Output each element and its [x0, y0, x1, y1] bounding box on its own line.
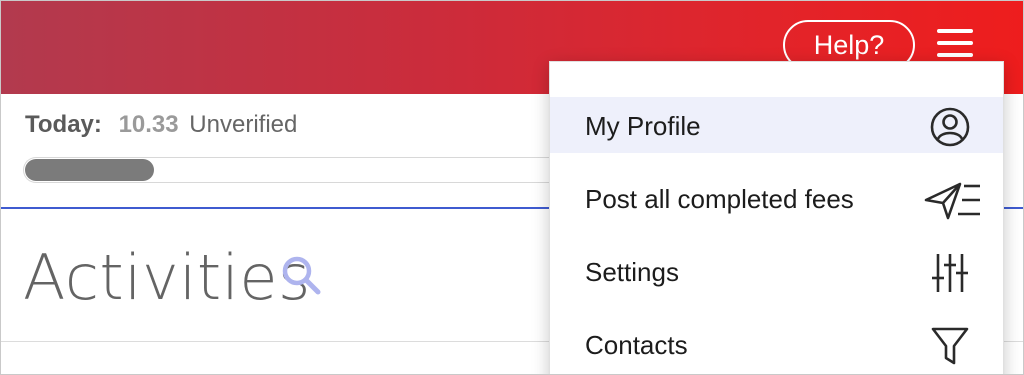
menu-item-contacts[interactable]: Contacts — [550, 316, 1003, 372]
today-status: Unverified — [189, 111, 298, 138]
hamburger-line — [937, 53, 973, 57]
menu-item-label: Settings — [585, 257, 679, 287]
today-summary: Today: 10.33 Unverified — [25, 111, 297, 139]
hamburger-menu-button[interactable] — [933, 23, 977, 63]
send-list-icon — [924, 182, 980, 220]
menu-item-label: Post all completed fees — [585, 184, 854, 214]
menu-item-label: My Profile — [585, 111, 701, 141]
menu-item-settings[interactable]: Settings — [550, 243, 1003, 299]
page-title: Activities — [23, 241, 311, 314]
filter-icon — [931, 327, 969, 365]
menu-item-my-profile[interactable]: My Profile — [550, 97, 1003, 153]
hamburger-line — [937, 29, 973, 33]
search-icon[interactable] — [279, 253, 323, 297]
hamburger-line — [937, 41, 973, 45]
sliders-icon — [932, 254, 968, 292]
menu-item-label: Contacts — [585, 330, 688, 360]
progress-fill — [25, 159, 154, 181]
app-frame: Help? Today: 10.33 Unverified Activities… — [0, 0, 1024, 375]
user-circle-icon — [930, 107, 970, 147]
today-value: 10.33 — [118, 111, 179, 138]
dropdown-menu: My Profile Post all completed fees Setti… — [549, 61, 1004, 374]
menu-item-post-fees[interactable]: Post all completed fees — [550, 170, 1003, 226]
today-label: Today: — [25, 111, 102, 138]
progress-bar — [23, 157, 563, 183]
